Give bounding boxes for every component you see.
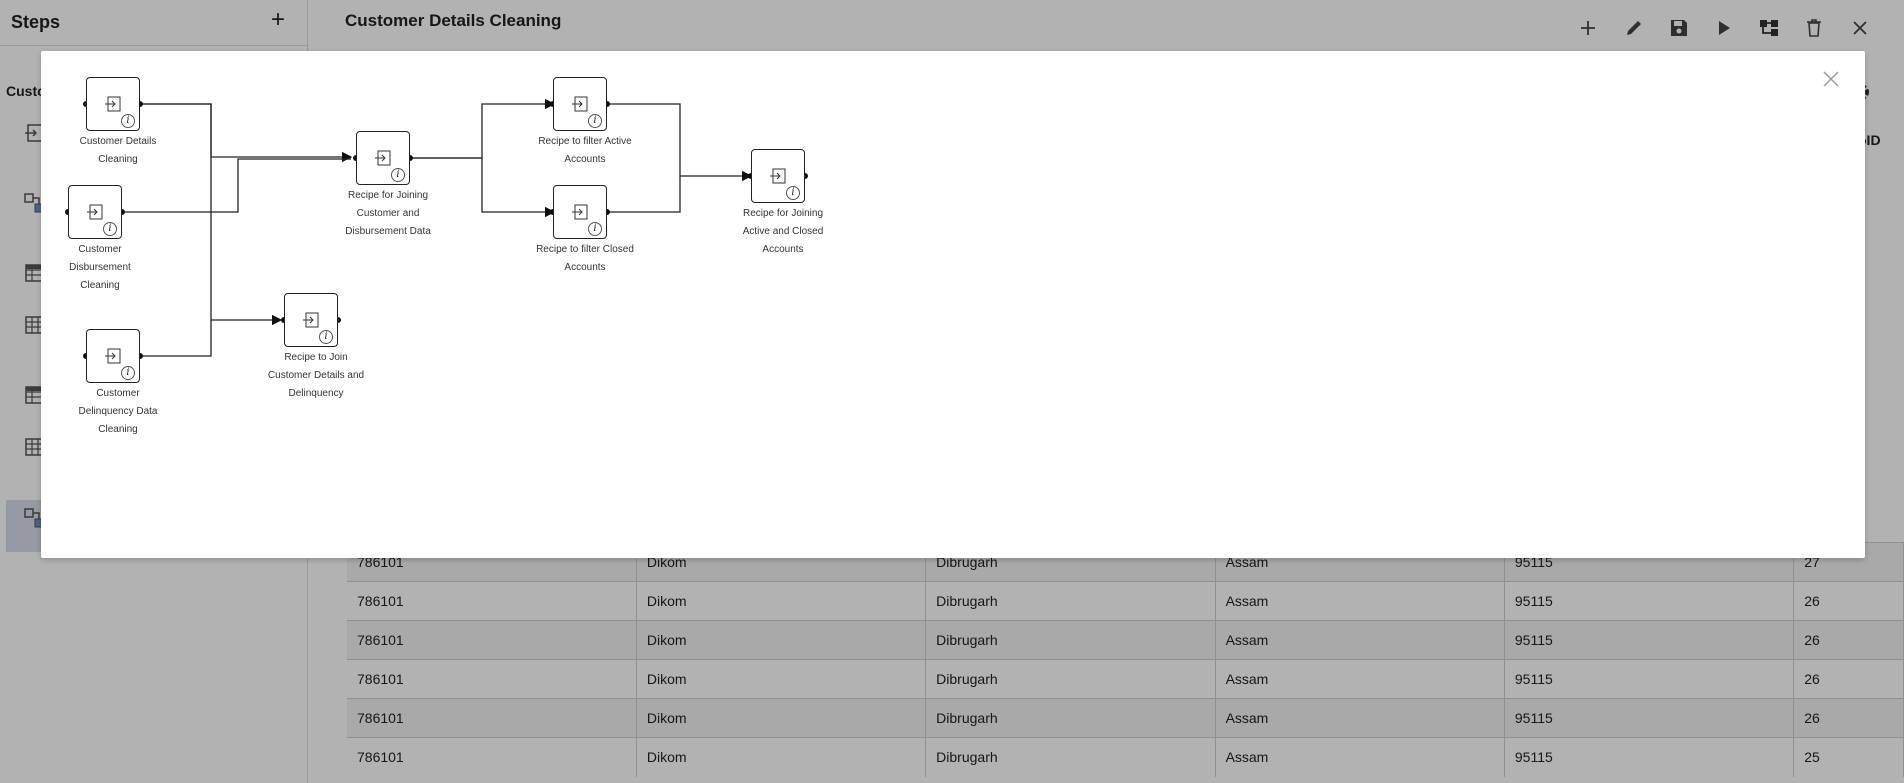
flow-node-label-line: Accounts [564, 154, 606, 165]
flow-node[interactable]: i [751, 149, 805, 203]
flow-node-label-line: Recipe to filter Closed [536, 244, 634, 255]
info-icon[interactable]: i [786, 186, 800, 200]
step-input-icon [87, 204, 103, 220]
flow-node-label: Recipe to filter Active Accounts [530, 133, 640, 169]
step-input-icon [105, 96, 121, 112]
flow-node-label-line: Active and Closed [742, 226, 824, 237]
info-icon[interactable]: i [103, 222, 117, 236]
info-icon[interactable]: i [391, 168, 405, 182]
step-input-icon [572, 96, 588, 112]
flow-node-label-line: Customer [96, 388, 140, 399]
flow-node[interactable]: i [553, 185, 607, 239]
step-input-icon [572, 204, 588, 220]
flow-node-label: Recipe to Join Customer Details and Delinq… [261, 349, 371, 403]
flow-node-label-line: Customer Details [79, 136, 157, 147]
flow-node-label-line: Customer and [356, 208, 420, 219]
flow-node-label: Recipe for Joining Active and Closed Accou… [728, 205, 838, 259]
flow-node-label: Customer Details Cleaning [63, 133, 173, 169]
flow-node[interactable]: i [86, 329, 140, 383]
flow-node-label-line: Disbursement Data [345, 226, 431, 237]
info-icon[interactable]: i [319, 330, 333, 344]
flow-node-label-line: Accounts [564, 262, 606, 273]
info-icon[interactable]: i [588, 114, 602, 128]
step-input-icon [105, 348, 121, 364]
flow-node-label-line: Delinquency [288, 388, 344, 399]
step-input-icon [303, 312, 319, 328]
flow-node-label-line: Accounts [762, 244, 804, 255]
flow-node-label-line: Cleaning [98, 154, 138, 165]
flow-edge [140, 320, 212, 357]
flow-node[interactable]: i [356, 131, 410, 185]
step-input-icon [375, 150, 391, 166]
flow-node-label-line: Customer Details and [267, 370, 365, 381]
flow-node-label: Recipe for Joining Customer and Disburseme… [333, 187, 443, 241]
flow-node-label-line: Recipe to Join [284, 352, 348, 363]
flow-node[interactable]: i [553, 77, 607, 131]
flow-node-label-line: Cleaning [98, 424, 138, 435]
flow-node-label-line: Recipe to filter Active [538, 136, 632, 147]
flow-node-label-line: Disbursement [69, 262, 131, 273]
flow-node-label-line: Cleaning [80, 280, 120, 291]
flow-node-label-line: Delinquency Data [78, 406, 158, 417]
flow-node-label: Recipe to filter Closed Accounts [530, 241, 640, 277]
flow-edge [607, 176, 681, 213]
flow-node-label-line: Recipe for Joining [742, 208, 824, 219]
flow-node-label: Customer Delinquency Data Cleaning [63, 385, 173, 439]
info-icon[interactable]: i [121, 114, 135, 128]
info-icon[interactable]: i [588, 222, 602, 236]
flow-node-label: Customer Disbursement Cleaning [45, 241, 155, 295]
info-icon[interactable]: i [121, 366, 135, 380]
app-window: Steps + Custo Customer Details Cleaning [0, 0, 1904, 783]
flow-node[interactable]: i [86, 77, 140, 131]
step-input-icon [770, 168, 786, 184]
flow-node[interactable]: i [284, 293, 338, 347]
flow-node-label-line: Customer [78, 244, 122, 255]
flow-node-label-line: Recipe for Joining [347, 190, 429, 201]
flow-node[interactable]: i [68, 185, 122, 239]
flow-modal: i Customer Details Cleaning i Customer Disbur… [41, 51, 1865, 558]
